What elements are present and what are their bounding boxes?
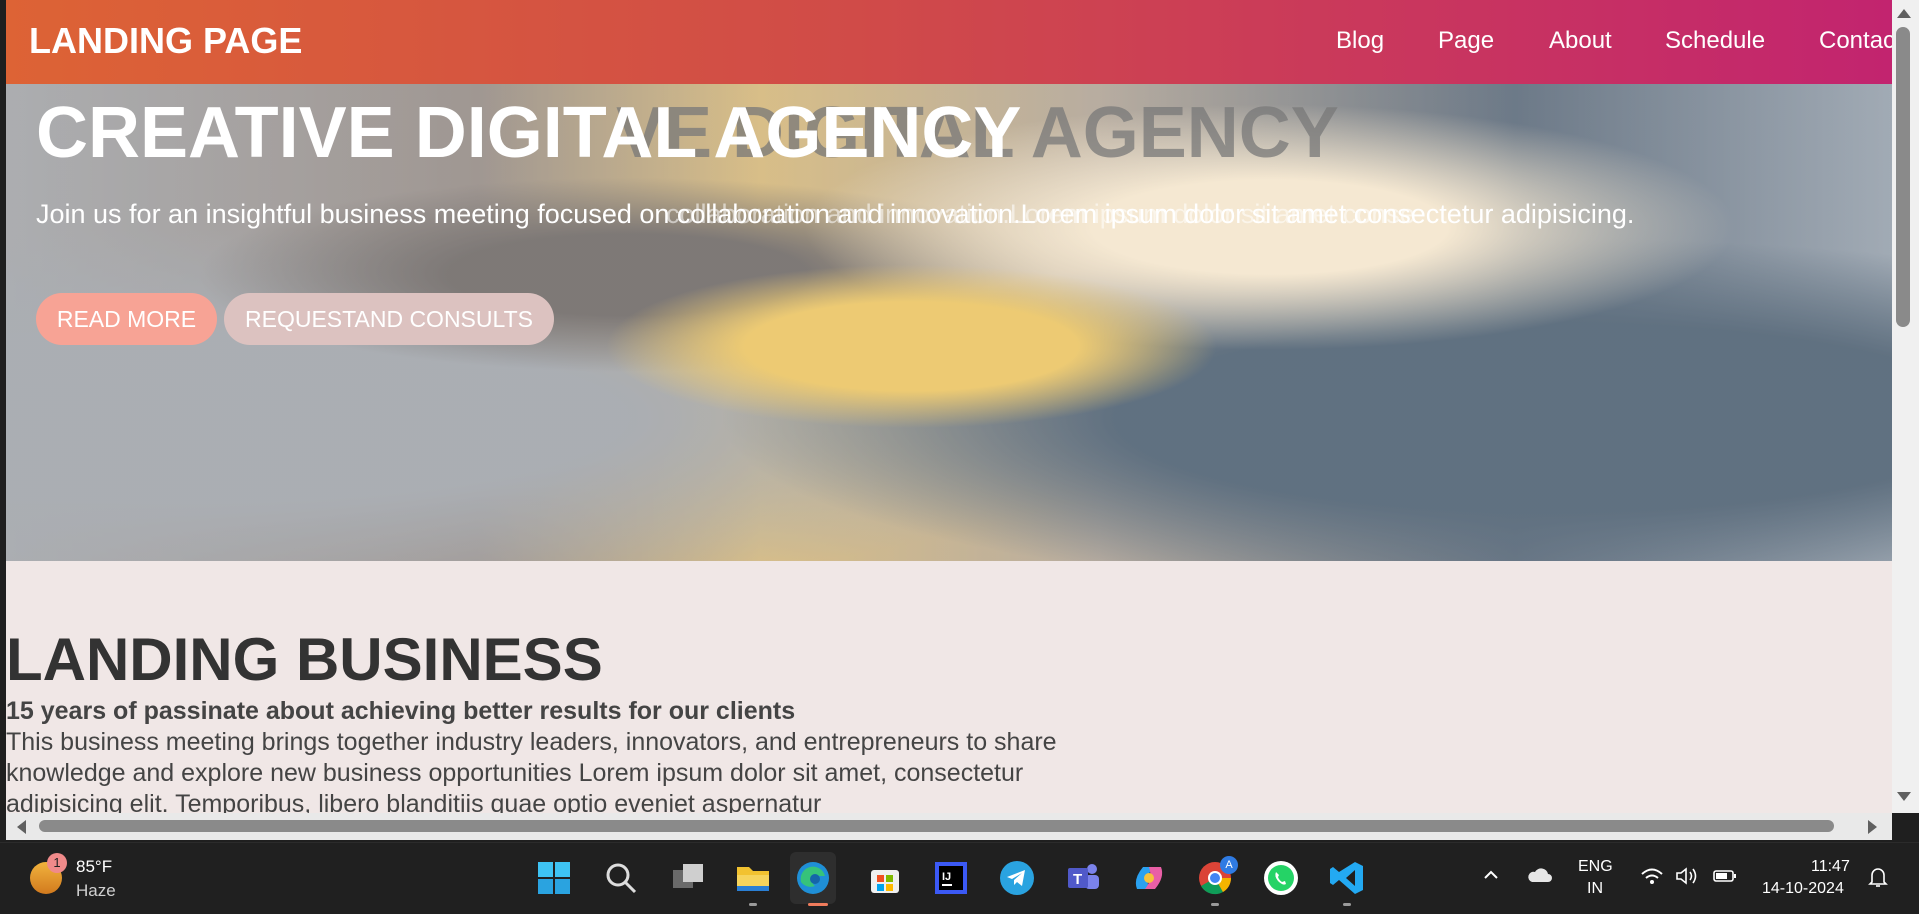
show-hidden-icons-chevron-up-icon[interactable] xyxy=(1482,866,1500,890)
intellij-label: IJ xyxy=(942,871,951,883)
intellij-icon[interactable]: IJ xyxy=(931,858,971,898)
site-title[interactable]: LANDING PAGE xyxy=(29,20,302,62)
nav-link-blog[interactable]: Blog xyxy=(1336,27,1384,55)
browser-viewport: LANDING PAGE Blog Page About Schedule Co… xyxy=(6,0,1892,813)
nav-link-schedule[interactable]: Schedule xyxy=(1665,27,1765,55)
copilot-icon[interactable] xyxy=(1129,858,1169,898)
hero-text: Join us for an insightful business meeti… xyxy=(36,199,1635,229)
store-icon[interactable] xyxy=(865,858,905,898)
hero-section: VE DIGITAL AGENCY CREATIVE DIGITAL AGENC… xyxy=(6,84,1892,561)
weather-temperature[interactable]: 85°F xyxy=(76,857,112,877)
telegram-icon[interactable] xyxy=(997,858,1037,898)
chrome-running-indicator xyxy=(1211,903,1219,906)
whatsapp-icon[interactable] xyxy=(1261,858,1301,898)
task-view-icon[interactable] xyxy=(668,858,708,898)
notification-bell-icon[interactable] xyxy=(1868,866,1888,894)
horizontal-scroll-thumb[interactable] xyxy=(39,820,1834,832)
weather-description[interactable]: Haze xyxy=(76,881,116,901)
business-title: LANDING BUSINESS xyxy=(6,626,603,693)
read-more-button[interactable]: READ MORE xyxy=(36,293,217,345)
region-indicator[interactable]: IN xyxy=(1587,880,1603,898)
business-subtitle: 15 years of passinate about achieving be… xyxy=(6,697,796,725)
business-text: This business meeting brings together in… xyxy=(6,728,1057,813)
start-icon[interactable] xyxy=(534,858,574,898)
svg-text:T: T xyxy=(1073,871,1082,888)
nav-link-about[interactable]: About xyxy=(1549,27,1612,55)
nav-link-page[interactable]: Page xyxy=(1438,27,1494,55)
scroll-right-arrow-icon[interactable] xyxy=(1868,820,1877,834)
onedrive-cloud-icon[interactable] xyxy=(1526,866,1552,890)
teams-icon[interactable]: T xyxy=(1063,858,1103,898)
volume-icon[interactable] xyxy=(1675,866,1699,892)
edge-icon[interactable] xyxy=(790,852,836,904)
search-icon[interactable] xyxy=(601,858,641,898)
scroll-down-arrow-icon[interactable] xyxy=(1897,792,1911,801)
request-consult-button[interactable]: REQUESTAND CONSULTS xyxy=(224,293,554,345)
nav-link-contact[interactable]: Contac xyxy=(1819,27,1892,55)
scroll-up-arrow-icon[interactable] xyxy=(1897,9,1911,18)
weather-badge: 1 xyxy=(47,853,67,873)
scroll-left-arrow-icon[interactable] xyxy=(17,820,26,834)
clock-time[interactable]: 11:47 xyxy=(1811,858,1850,876)
chrome-profile-badge: A xyxy=(1220,856,1238,874)
vscode-icon[interactable] xyxy=(1327,858,1367,898)
hero-title: CREATIVE DIGITAL AGENCY xyxy=(36,93,1022,173)
vertical-scroll-thumb[interactable] xyxy=(1896,27,1910,327)
edge-active-indicator xyxy=(808,903,828,906)
wifi-icon[interactable] xyxy=(1640,866,1664,892)
language-indicator[interactable]: ENG xyxy=(1578,858,1613,876)
file-explorer-running-indicator xyxy=(749,903,757,906)
vscode-running-indicator xyxy=(1343,903,1351,906)
battery-icon[interactable] xyxy=(1712,866,1738,892)
file-explorer-icon[interactable] xyxy=(733,858,773,898)
navbar: LANDING PAGE Blog Page About Schedule Co… xyxy=(6,0,1892,84)
clock-date[interactable]: 14-10-2024 xyxy=(1762,880,1844,898)
